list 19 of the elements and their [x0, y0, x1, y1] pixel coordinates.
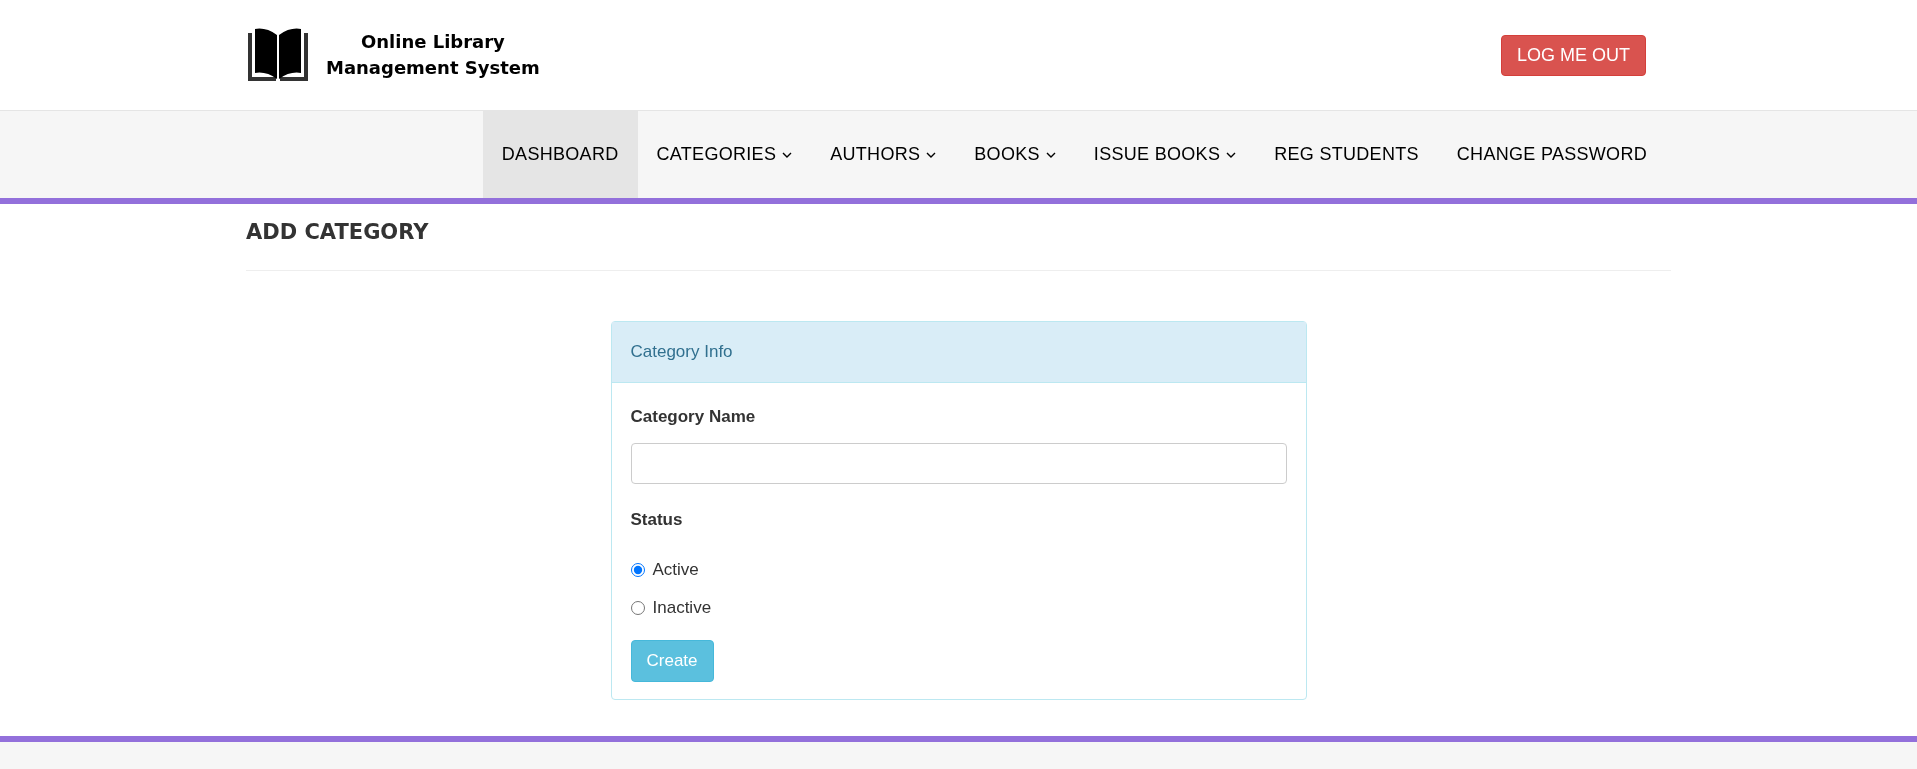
nav-tab[interactable]: CATEGORIES: [637, 111, 812, 198]
nav-tab[interactable]: AUTHORS: [811, 111, 956, 198]
nav-tab[interactable]: DASHBOARD: [482, 111, 638, 198]
logo-text: Online Library: [360, 30, 505, 54]
logout-button[interactable]: LOG ME OUT: [1501, 34, 1646, 76]
panel-heading: Category Info: [630, 342, 733, 362]
logo-text: Management System: [326, 56, 540, 80]
radio-button[interactable]: [630, 601, 645, 615]
nav-tab[interactable]: REG STUDENTS: [1255, 111, 1438, 198]
nav-tab[interactable]: ISSUE BOOKS: [1074, 111, 1256, 198]
category-name-input[interactable]: [630, 443, 1287, 484]
field-label: Category Name: [630, 407, 756, 427]
nav-tab[interactable]: CHANGE PASSWORD: [1437, 111, 1666, 198]
page-title: ADD CATEGORY: [246, 220, 430, 244]
radio-label: Inactive: [652, 598, 712, 618]
radio-label: Active: [652, 560, 699, 580]
field-label: Status: [630, 510, 683, 530]
nav-tab[interactable]: BOOKS: [955, 111, 1075, 198]
radio-button[interactable]: [630, 563, 645, 577]
